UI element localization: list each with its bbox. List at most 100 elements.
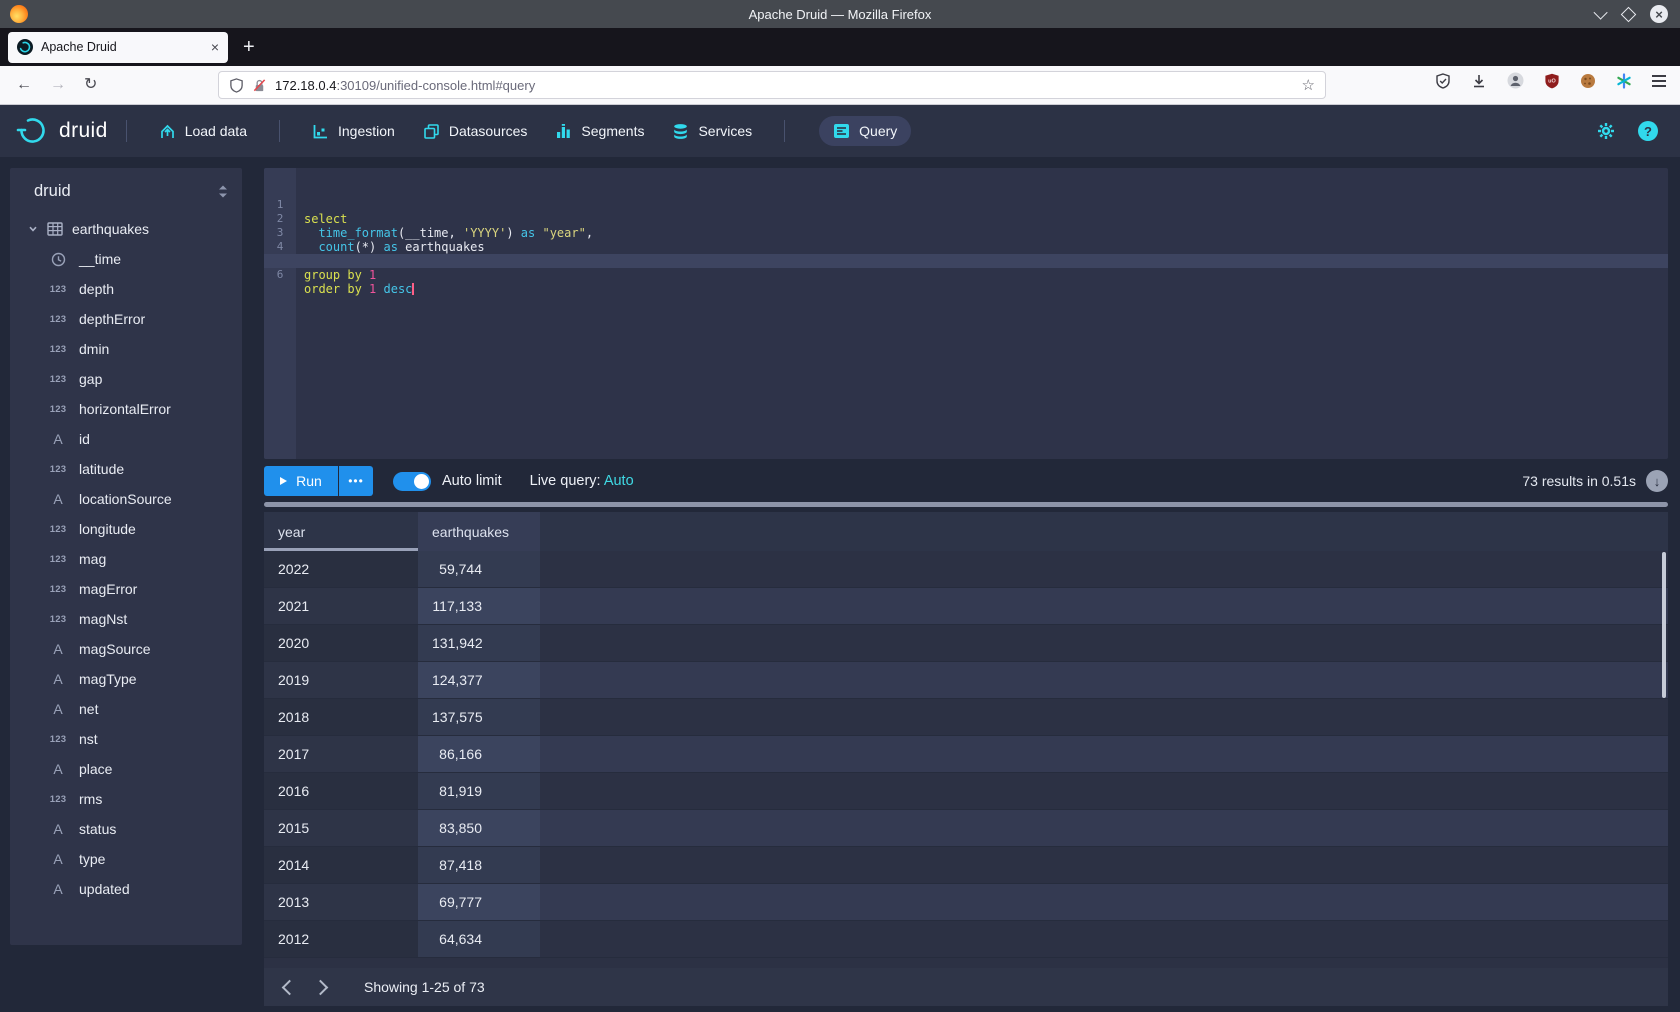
editor-line[interactable]: 3 count(*) as earthquakes [264,212,1668,226]
nav-services[interactable]: Services [672,123,752,140]
cell-year[interactable]: 2012 [264,921,418,957]
url-bar[interactable]: 172.18.0.4:30109/unified-console.html#qu… [218,71,1326,99]
double-caret-sort-icon[interactable] [218,185,228,198]
result-row[interactable]: 2018 137,575 [264,699,1668,736]
sidebar-column[interactable]: 123 magNst [10,604,242,634]
cell-year[interactable]: 2018 [264,699,418,735]
cell-earthquakes[interactable]: 117,133 [418,588,540,624]
cell-year[interactable]: 2016 [264,773,418,809]
sidebar-column[interactable]: A locationSource [10,484,242,514]
sidebar-column[interactable]: 123 magError [10,574,242,604]
cell-year[interactable]: 2015 [264,810,418,846]
sidebar-column[interactable]: 123 depthError [10,304,242,334]
result-row[interactable]: 2015 83,850 [264,810,1668,847]
help-icon[interactable]: ? [1638,121,1658,141]
result-row[interactable]: 2019 124,377 [264,662,1668,699]
sql-editor[interactable]: 1 select 2 time_format(__time, 'YYYY') a… [264,168,1668,459]
sidebar-column[interactable]: 123 longitude [10,514,242,544]
horizontal-scrollbar[interactable] [264,502,1668,507]
cell-year[interactable]: 2022 [264,551,418,587]
sidebar-column[interactable]: A id [10,424,242,454]
nav-load-data[interactable]: Load data [159,123,247,140]
result-row[interactable]: 2016 81,919 [264,773,1668,810]
cell-earthquakes[interactable]: 81,919 [418,773,540,809]
result-row[interactable]: 2012 64,634 [264,921,1668,958]
cell-year[interactable]: 2020 [264,625,418,661]
cell-earthquakes[interactable]: 137,575 [418,699,540,735]
editor-line[interactable]: 1 select [264,184,1668,198]
editor-line[interactable]: 6 order by 1 desc [264,254,1668,268]
cell-year[interactable]: 2014 [264,847,418,883]
sidebar-column[interactable]: A magSource [10,634,242,664]
back-button[interactable]: ← [16,74,32,96]
ublock-origin-icon[interactable]: uO [1544,73,1560,89]
tracking-shield-icon[interactable] [229,78,244,93]
sidebar-column[interactable]: A status [10,814,242,844]
cell-earthquakes[interactable]: 69,777 [418,884,540,920]
result-row[interactable]: 2014 87,418 [264,847,1668,884]
settings-gear-icon[interactable] [1596,121,1616,141]
cell-earthquakes[interactable]: 86,166 [418,736,540,772]
cell-earthquakes[interactable]: 59,744 [418,551,540,587]
druid-brand[interactable]: druid [0,116,108,146]
cell-year[interactable]: 2019 [264,662,418,698]
cookie-icon[interactable] [1580,73,1596,89]
column-header-earthquakes[interactable]: earthquakes [418,512,540,551]
nav-ingestion[interactable]: Ingestion [312,123,395,140]
result-row[interactable]: 2021 117,133 [264,588,1668,625]
download-results-icon[interactable]: ↓ [1646,470,1668,492]
window-maximize-icon[interactable] [1621,6,1637,22]
sidebar-column[interactable]: 123 mag [10,544,242,574]
tab-close-icon[interactable]: × [211,40,219,54]
cell-year[interactable]: 2013 [264,884,418,920]
chevron-down-icon[interactable] [28,224,38,234]
bookmark-star-icon[interactable]: ☆ [1302,76,1315,94]
column-header-year[interactable]: year [264,512,418,551]
browser-tab[interactable]: Apache Druid × [8,32,228,63]
nav-segments[interactable]: Segments [555,123,644,140]
editor-line[interactable]: 5 group by 1 [264,240,1668,254]
sidebar-column[interactable]: 123 gap [10,364,242,394]
result-row[interactable]: 2013 69,777 [264,884,1668,921]
new-tab-button[interactable]: + [243,37,255,57]
result-row[interactable]: 2017 86,166 [264,736,1668,773]
cell-earthquakes[interactable]: 87,418 [418,847,540,883]
sidebar-column[interactable]: 123 rms [10,784,242,814]
downloads-icon[interactable] [1471,73,1487,89]
run-more-button[interactable]: ••• [339,466,373,496]
sidebar-column[interactable]: 123 latitude [10,454,242,484]
nav-query[interactable]: Query [819,116,911,146]
editor-line[interactable]: 4 from earthquakes [264,226,1668,240]
insecure-lock-icon[interactable] [252,78,267,93]
result-row[interactable]: 2022 59,744 [264,551,1668,588]
sidebar-column[interactable]: A place [10,754,242,784]
next-page-icon[interactable] [313,979,329,995]
cell-earthquakes[interactable]: 131,942 [418,625,540,661]
menu-hamburger-icon[interactable] [1652,75,1666,87]
shield-check-icon[interactable] [1435,73,1451,89]
editor-line[interactable]: 2 time_format(__time, 'YYYY') as "year", [264,198,1668,212]
cell-earthquakes[interactable]: 83,850 [418,810,540,846]
previous-page-icon[interactable] [282,979,298,995]
vertical-scrollbar[interactable] [1662,552,1666,698]
nav-datasources[interactable]: Datasources [423,123,528,140]
cell-year[interactable]: 2021 [264,588,418,624]
extension-starburst-icon[interactable] [1616,73,1632,89]
sidebar-column[interactable]: 123 dmin [10,334,242,364]
sidebar-column[interactable]: A magType [10,664,242,694]
cell-earthquakes[interactable]: 124,377 [418,662,540,698]
run-button[interactable]: Run [264,466,338,496]
sidebar-column[interactable]: 123 horizontalError [10,394,242,424]
cell-earthquakes[interactable]: 64,634 [418,921,540,957]
sidebar-column[interactable]: A net [10,694,242,724]
window-close-icon[interactable]: × [1650,5,1668,23]
sidebar-column[interactable]: 123 depth [10,274,242,304]
sidebar-table-earthquakes[interactable]: earthquakes [10,214,242,244]
sidebar-column[interactable]: A type [10,844,242,874]
reload-button[interactable]: ↻ [84,74,97,96]
result-row[interactable]: 2020 131,942 [264,625,1668,662]
sidebar-column[interactable]: __time [10,244,242,274]
sidebar-column[interactable]: 123 nst [10,724,242,754]
cell-year[interactable]: 2017 [264,736,418,772]
auto-limit-toggle[interactable] [393,472,431,491]
